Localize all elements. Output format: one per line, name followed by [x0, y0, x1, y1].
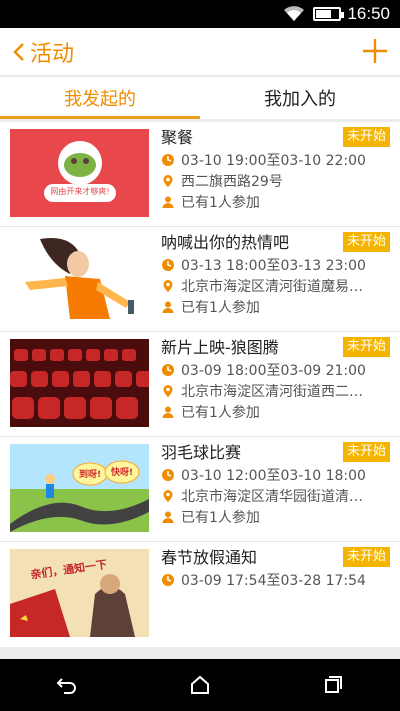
event-time: 03-10 12:00至03-10 18:00	[181, 467, 366, 484]
status-badge: 未开始	[342, 547, 390, 567]
event-thumbnail	[10, 339, 149, 427]
event-item[interactable]: 新片上映-狼图腾 未开始 03-09 18:00至03-09 21:00 北京市…	[0, 332, 400, 437]
clock-icon	[162, 468, 174, 481]
wifi-icon	[284, 6, 305, 21]
clock-icon	[162, 573, 174, 586]
person-icon	[162, 406, 174, 418]
tab-initiated[interactable]: 我发起的	[0, 77, 200, 119]
event-item[interactable]: 亲们，通知一下 春节放假通知 未开始 03-09 17:54至03-28 17:…	[0, 542, 400, 647]
location-pin-icon	[163, 174, 173, 187]
event-item[interactable]: 到呀! 快呀! 羽毛球比赛 未开始 03-10 12:00至03-10 18:0…	[0, 437, 400, 542]
event-participants: 已有1人参加	[181, 404, 260, 421]
event-thumbnail: 亲们，通知一下	[10, 549, 149, 637]
clock-icon	[162, 153, 174, 166]
page-title: 活动	[30, 41, 75, 67]
event-location: 北京市海淀区清河街道魔易…	[181, 278, 363, 295]
person-icon	[162, 196, 174, 208]
recents-icon	[325, 676, 343, 693]
back-arrow-icon	[56, 678, 76, 694]
clock-icon	[162, 363, 174, 376]
event-thumbnail: 网由开来才够爽!	[10, 129, 149, 217]
person-icon	[162, 511, 174, 523]
location-pin-icon	[163, 279, 173, 292]
event-time: 03-09 17:54至03-28 17:54	[181, 572, 366, 589]
event-time: 03-10 19:00至03-10 22:00	[181, 152, 366, 169]
app-header: 活动	[0, 28, 400, 76]
event-time: 03-13 18:00至03-13 23:00	[181, 257, 366, 274]
event-thumbnail	[10, 234, 149, 322]
event-item[interactable]: 网由开来才够爽! 聚餐 未开始 03-10 19:00至03-10 22:00 …	[0, 122, 400, 227]
nav-recents-button[interactable]	[313, 665, 353, 705]
thumbnail-caption: 快呀!	[110, 468, 134, 478]
event-participants: 已有1人参加	[181, 194, 260, 211]
thumbnail-caption: 网由开来才够爽!	[50, 187, 110, 196]
status-bar: 16:50	[0, 0, 400, 28]
tab-joined[interactable]: 我加入的	[200, 77, 400, 119]
event-location: 北京市海淀区清华园街道清…	[181, 488, 363, 505]
tab-bar: 我发起的 我加入的	[0, 77, 400, 119]
person-icon	[162, 301, 174, 313]
chevron-left-icon	[13, 42, 24, 61]
nav-back-button[interactable]	[47, 665, 87, 705]
home-icon	[190, 675, 209, 694]
event-participants: 已有1人参加	[181, 509, 260, 526]
status-badge: 未开始	[342, 337, 390, 357]
system-nav-bar	[0, 659, 400, 711]
back-button[interactable]: 活动	[0, 28, 74, 75]
plus-icon[interactable]	[360, 36, 390, 66]
event-location: 北京市海淀区清河街道西二…	[181, 383, 363, 400]
status-badge: 未开始	[342, 232, 390, 252]
event-location: 西二旗西路29号	[181, 173, 283, 190]
location-pin-icon	[163, 384, 173, 397]
event-time: 03-09 18:00至03-09 21:00	[181, 362, 366, 379]
status-badge: 未开始	[342, 127, 390, 147]
clock-icon	[162, 258, 174, 271]
status-time: 16:50	[347, 4, 390, 23]
location-pin-icon	[163, 489, 173, 502]
status-badge: 未开始	[342, 442, 390, 462]
event-list: 网由开来才够爽! 聚餐 未开始 03-10 19:00至03-10 22:00 …	[0, 122, 400, 647]
thumbnail-caption: 到呀!	[78, 470, 102, 480]
nav-home-button[interactable]	[180, 665, 220, 705]
event-item[interactable]: 呐喊出你的热情吧 未开始 03-13 18:00至03-13 23:00 北京市…	[0, 227, 400, 332]
battery-icon	[313, 7, 345, 21]
event-participants: 已有1人参加	[181, 299, 260, 316]
event-thumbnail: 到呀! 快呀!	[10, 444, 149, 532]
